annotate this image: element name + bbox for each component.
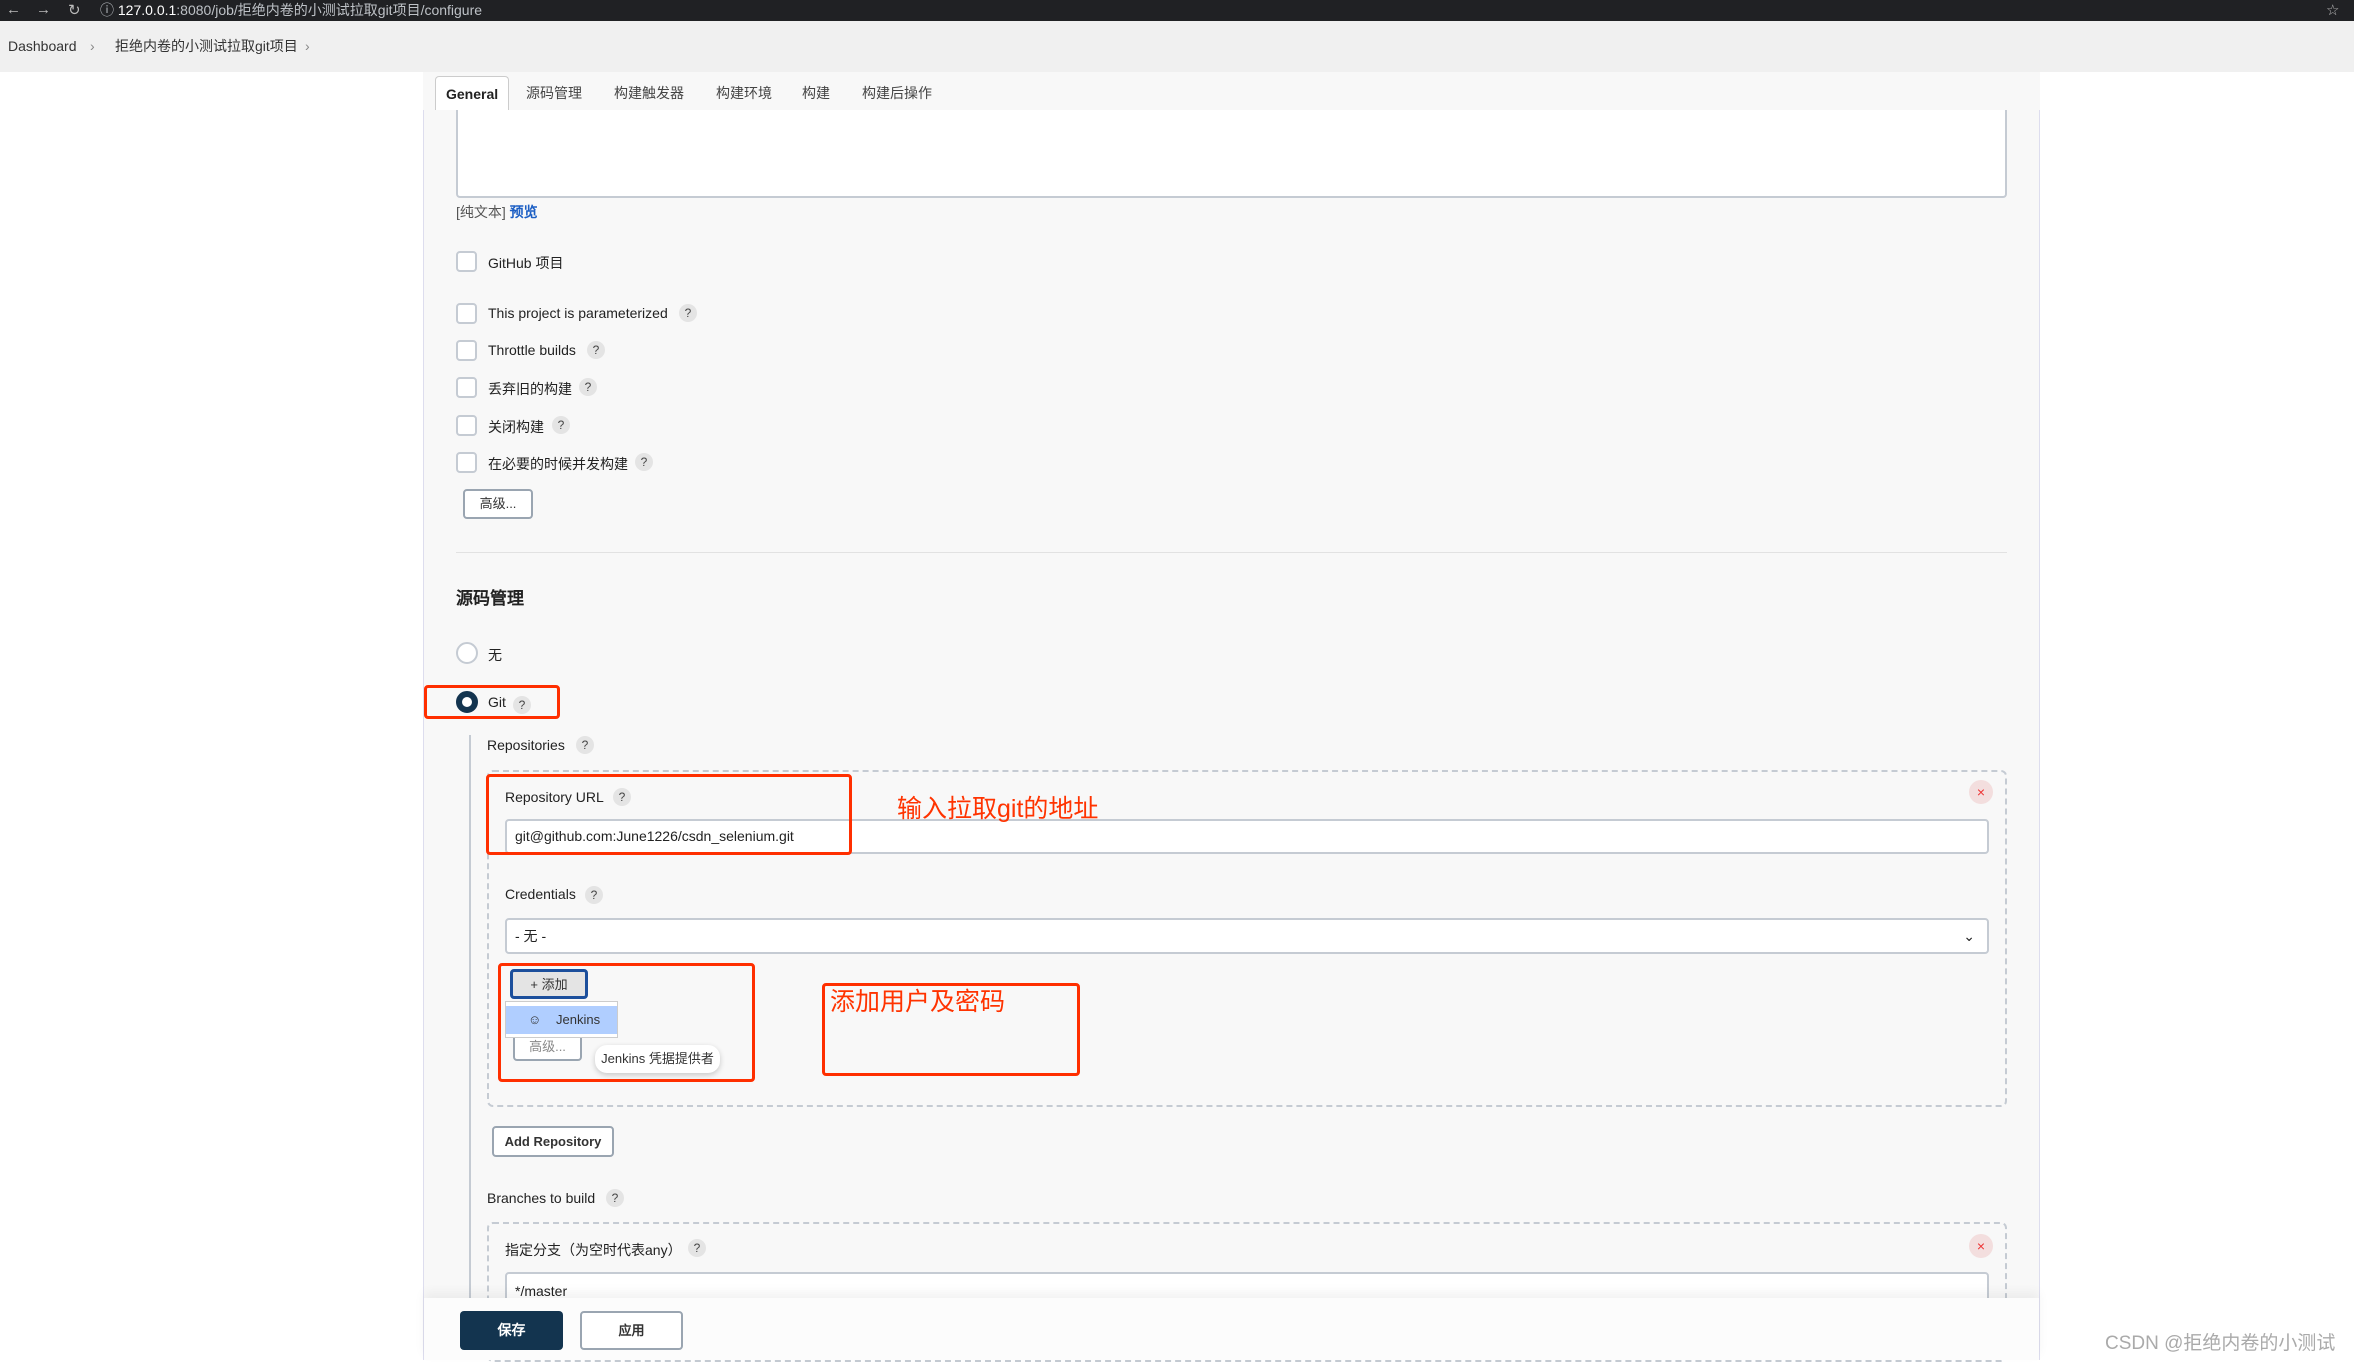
option-label: 关闭构建 — [488, 419, 544, 435]
plain-text-label: [纯文本] — [456, 204, 506, 220]
url-path: :8080/job/拒绝内卷的小测试拉取git项目/configure — [176, 2, 483, 18]
back-icon[interactable]: ← — [6, 1, 21, 18]
chevron-down-icon: ⌄ — [1963, 928, 1975, 944]
repositories-label: Repositories — [487, 737, 565, 753]
address-bar[interactable]: ⓘ 127.0.0.1:8080/job/拒绝内卷的小测试拉取git项目/con… — [100, 0, 482, 21]
section-line — [469, 735, 471, 1360]
help-icon[interactable]: ? — [585, 886, 603, 904]
scm-heading: 源码管理 — [456, 589, 524, 608]
annotation-box-git — [424, 685, 560, 719]
chevron-right-icon: › — [305, 38, 310, 54]
help-icon[interactable]: ? — [587, 341, 605, 359]
tab-build[interactable]: 构建 — [792, 76, 840, 110]
breadcrumb: Dashboard › 拒绝内卷的小测试拉取git项目 › — [0, 21, 2354, 72]
help-icon[interactable]: ? — [579, 378, 597, 396]
tab-post-build[interactable]: 构建后操作 — [852, 76, 942, 110]
option-label: GitHub 项目 — [488, 255, 564, 271]
advanced-button[interactable]: 高级... — [463, 489, 533, 519]
checkbox-discard-old[interactable] — [456, 377, 477, 398]
option-label: 在必要的时候并发构建 — [488, 456, 628, 472]
config-panel — [423, 72, 2040, 1360]
credentials-label: Credentials — [505, 886, 576, 902]
preview-link[interactable]: 预览 — [510, 204, 538, 220]
annotation-box-add — [498, 963, 755, 1082]
branch-spec-label: 指定分支（为空时代表any） — [505, 1242, 682, 1258]
breadcrumb-job[interactable]: 拒绝内卷的小测试拉取git项目 — [115, 21, 298, 72]
description-textarea[interactable] — [456, 110, 2007, 198]
checkbox-parameterized[interactable] — [456, 303, 477, 324]
credentials-select[interactable]: - 无 - ⌄ — [505, 918, 1989, 954]
tab-general[interactable]: General — [435, 76, 510, 110]
credentials-value: - 无 - — [515, 928, 547, 944]
bookmark-star-icon[interactable]: ☆ — [2326, 1, 2339, 19]
radio-none-label: 无 — [488, 647, 502, 663]
radio-none[interactable] — [456, 642, 478, 664]
annotation-text: 输入拉取git的地址 — [897, 795, 1099, 823]
watermark: CSDN @拒绝内卷的小测试 — [2105, 1333, 2336, 1354]
option-label: 丢弃旧的构建 — [488, 381, 572, 397]
checkbox-disable[interactable] — [456, 415, 477, 436]
forward-icon[interactable]: → — [36, 1, 51, 18]
close-icon[interactable]: × — [1969, 780, 1993, 804]
close-icon[interactable]: × — [1969, 1234, 1993, 1258]
tab-triggers[interactable]: 构建触发器 — [604, 76, 694, 110]
help-icon[interactable]: ? — [679, 304, 697, 322]
browser-toolbar: ← → ↻ ⓘ 127.0.0.1:8080/job/拒绝内卷的小测试拉取git… — [0, 0, 2354, 21]
checkbox-throttle[interactable] — [456, 340, 477, 361]
tab-environment[interactable]: 构建环境 — [706, 76, 782, 110]
help-icon[interactable]: ? — [606, 1189, 624, 1207]
breadcrumb-dashboard[interactable]: Dashboard — [8, 21, 77, 72]
annotation-box-url — [486, 774, 852, 855]
save-button[interactable]: 保存 — [460, 1311, 563, 1350]
url-host: 127.0.0.1 — [117, 2, 177, 18]
help-icon[interactable]: ? — [688, 1239, 706, 1257]
divider — [456, 552, 2007, 553]
option-label: This project is parameterized — [488, 305, 668, 321]
checkbox-github-project[interactable] — [456, 251, 477, 272]
option-label: Throttle builds — [488, 342, 576, 358]
description-format: [纯文本] 预览 — [456, 202, 538, 222]
branches-label: Branches to build — [487, 1190, 596, 1206]
add-repository-button[interactable]: Add Repository — [492, 1126, 614, 1157]
help-icon[interactable]: ? — [552, 416, 570, 434]
reload-icon[interactable]: ↻ — [68, 1, 81, 19]
help-icon[interactable]: ? — [576, 736, 594, 754]
chevron-right-icon: › — [90, 38, 95, 54]
help-icon[interactable]: ? — [635, 453, 653, 471]
checkbox-concurrent[interactable] — [456, 452, 477, 473]
apply-button[interactable]: 应用 — [580, 1311, 683, 1350]
config-tabs: General 源码管理 构建触发器 构建环境 构建 构建后操作 — [423, 72, 2040, 110]
annotation-text: 添加用户及密码 — [830, 988, 1006, 1016]
tab-scm[interactable]: 源码管理 — [516, 76, 592, 110]
